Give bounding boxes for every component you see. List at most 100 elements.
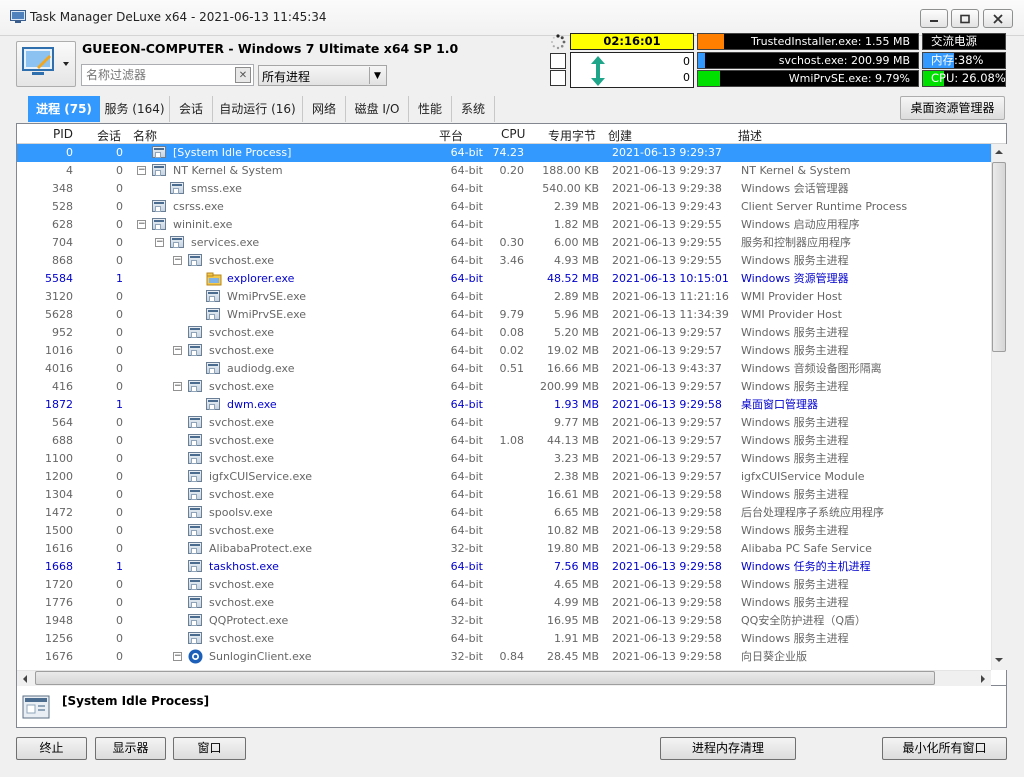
table-row[interactable]: 868 0 − svchost.exe 64-bit 3.46 4.93 MB 2021-06…: [17, 252, 991, 270]
table-row[interactable]: 416 0 − svchost.exe 64-bit 200.99 MB 2021-06-1…: [17, 378, 991, 396]
column-created[interactable]: 创建: [608, 127, 632, 144]
close-button[interactable]: [983, 9, 1013, 28]
name-filter-input[interactable]: [81, 64, 254, 86]
vertical-scroll-thumb[interactable]: [992, 162, 1006, 352]
session-cell: 0: [116, 200, 123, 213]
collapse-toggle-icon[interactable]: −: [137, 166, 146, 175]
pid-cell: 5628: [45, 308, 73, 321]
scroll-right-icon[interactable]: [979, 674, 987, 684]
table-row[interactable]: 1676 0 − SunloginClient.exe 32-bit 0.84 28.45 …: [17, 648, 991, 666]
session-cell: 0: [116, 596, 123, 609]
scroll-down-icon[interactable]: [994, 656, 1004, 664]
chevron-down-icon[interactable]: ▼: [369, 67, 385, 84]
pid-cell: 1872: [45, 398, 73, 411]
private-bytes-cell: 4.93 MB: [553, 254, 599, 267]
table-row[interactable]: 0 0 [System Idle Process] 64-bit 74.23 2021-0…: [17, 144, 991, 162]
process-icon: [152, 218, 166, 230]
column-platform[interactable]: 平台: [439, 127, 463, 144]
scroll-left-icon[interactable]: [21, 674, 29, 684]
tab-sessions[interactable]: 会话: [170, 96, 213, 122]
scroll-up-icon[interactable]: [994, 148, 1004, 156]
collapse-toggle-icon[interactable]: −: [173, 382, 182, 391]
counter-value: 0: [683, 55, 690, 68]
pid-cell: 1256: [45, 632, 73, 645]
table-row[interactable]: 564 0 svchost.exe 64-bit 9.77 MB 2021-06-13 9…: [17, 414, 991, 432]
process-name-cell: explorer.exe: [227, 272, 295, 285]
horizontal-scroll-thumb[interactable]: [35, 671, 935, 685]
process-list: PID 会话 名称 平台 CPU 专用字节 创建 描述 0 0 [System Id…: [16, 123, 1007, 686]
table-row[interactable]: 4016 0 audiodg.exe 64-bit 0.51 16.66 MB 2021-0…: [17, 360, 991, 378]
column-private-bytes[interactable]: 专用字节: [548, 127, 596, 144]
table-row[interactable]: 704 0 − services.exe 64-bit 0.30 6.00 MB 2021-0…: [17, 234, 991, 252]
tab-autorun[interactable]: 自动运行 (16): [213, 96, 303, 122]
table-row[interactable]: 1500 0 svchost.exe 64-bit 10.82 MB 2021-06-13…: [17, 522, 991, 540]
table-row[interactable]: 528 0 csrss.exe 64-bit 2.39 MB 2021-06-13 9:2…: [17, 198, 991, 216]
cpu-cell: 0.84: [499, 650, 525, 663]
monitor-button[interactable]: 显示器: [95, 737, 166, 760]
created-cell: 2021-06-13 9:29:58: [612, 524, 722, 537]
tab-network[interactable]: 网络: [303, 96, 346, 122]
table-row[interactable]: 628 0 − wininit.exe 64-bit 1.82 MB 2021-06-13 …: [17, 216, 991, 234]
collapse-toggle-icon[interactable]: −: [173, 652, 182, 661]
maximize-button[interactable]: [951, 9, 979, 28]
clean-memory-button[interactable]: 进程内存清理: [660, 737, 796, 760]
table-row[interactable]: 1872 1 dwm.exe 64-bit 1.93 MB 2021-06-13 9:29…: [17, 396, 991, 414]
tab-performance[interactable]: 性能: [409, 96, 452, 122]
minimize-all-windows-button[interactable]: 最小化所有窗口: [882, 737, 1007, 760]
table-row[interactable]: 688 0 svchost.exe 64-bit 1.08 44.13 MB 2021-06…: [17, 432, 991, 450]
platform-cell: 64-bit: [450, 272, 483, 285]
meter-label: svchost.exe: 200.99 MB: [778, 54, 910, 67]
table-row[interactable]: 1776 0 svchost.exe 64-bit 4.99 MB 2021-06-13 …: [17, 594, 991, 612]
process-icon: [188, 596, 202, 608]
description-cell: QQ安全防护进程（Q盾）: [741, 614, 866, 627]
table-row[interactable]: 1472 0 spoolsv.exe 64-bit 6.65 MB 2021-06-13 …: [17, 504, 991, 522]
pid-cell: 688: [52, 434, 73, 447]
table-row[interactable]: 952 0 svchost.exe 64-bit 0.08 5.20 MB 2021-06-…: [17, 324, 991, 342]
created-cell: 2021-06-13 9:43:37: [612, 362, 722, 375]
collapse-toggle-icon[interactable]: −: [137, 220, 146, 229]
column-pid[interactable]: PID: [53, 127, 73, 141]
session-cell: 0: [116, 236, 123, 249]
desktop-manager-button[interactable]: 桌面资源管理器: [900, 96, 1005, 120]
column-session[interactable]: 会话: [97, 127, 121, 144]
tab-processes[interactable]: 进程 (75): [28, 96, 100, 122]
table-row[interactable]: 1720 0 svchost.exe 64-bit 4.65 MB 2021-06-13 …: [17, 576, 991, 594]
tab-services[interactable]: 服务 (164): [100, 96, 170, 122]
tab-disk-io[interactable]: 磁盘 I/O: [346, 96, 409, 122]
table-row[interactable]: 348 0 smss.exe 64-bit 540.00 KB 2021-06-13 9:…: [17, 180, 991, 198]
table-row[interactable]: 1948 0 QQProtect.exe 32-bit 16.95 MB 2021-06-…: [17, 612, 991, 630]
app-icon: [10, 10, 26, 23]
column-cpu[interactable]: CPU: [501, 127, 525, 141]
table-row[interactable]: 4 0 − NT Kernel & System 64-bit 0.20 188.00 KB…: [17, 162, 991, 180]
process-filter-select[interactable]: 所有进程: [258, 65, 387, 86]
column-name[interactable]: 名称: [133, 127, 157, 144]
table-row[interactable]: 1668 1 taskhost.exe 64-bit 7.56 MB 2021-06-13…: [17, 558, 991, 576]
session-cell: 0: [116, 416, 123, 429]
table-row[interactable]: 3120 0 WmiPrvSE.exe 64-bit 2.89 MB 2021-06-13…: [17, 288, 991, 306]
table-row[interactable]: 5628 0 WmiPrvSE.exe 64-bit 9.79 5.96 MB 2021-0…: [17, 306, 991, 324]
table-row[interactable]: 1200 0 igfxCUIService.exe 64-bit 2.38 MB 2021…: [17, 468, 991, 486]
column-description[interactable]: 描述: [738, 127, 762, 144]
collapse-toggle-icon[interactable]: −: [173, 256, 182, 265]
table-row[interactable]: 5584 1 explorer.exe 64-bit 48.52 MB 2021-06-1…: [17, 270, 991, 288]
end-process-button[interactable]: 终止: [16, 737, 87, 760]
platform-cell: 64-bit: [450, 380, 483, 393]
status-label: 内存:38%: [931, 53, 984, 67]
session-cell: 0: [116, 632, 123, 645]
collapse-toggle-icon[interactable]: −: [173, 346, 182, 355]
top-process-meter: TrustedInstaller.exe: 1.55 MB: [697, 33, 919, 50]
tab-system[interactable]: 系统: [452, 96, 495, 122]
table-row[interactable]: 1616 0 AlibabaProtect.exe 32-bit 19.80 MB 202…: [17, 540, 991, 558]
collapse-toggle-icon[interactable]: −: [155, 238, 164, 247]
table-row[interactable]: 1100 0 svchost.exe 64-bit 3.23 MB 2021-06-13 …: [17, 450, 991, 468]
table-row[interactable]: 1256 0 svchost.exe 64-bit 1.91 MB 2021-06-13 …: [17, 630, 991, 648]
clear-filter-button[interactable]: ✕: [235, 67, 251, 83]
table-row[interactable]: 1016 0 − svchost.exe 64-bit 0.02 19.02 MB 2021-…: [17, 342, 991, 360]
computer-button[interactable]: [16, 41, 76, 87]
minimize-button[interactable]: [920, 9, 948, 28]
top-process-meter: svchost.exe: 200.99 MB: [697, 52, 919, 69]
description-cell: NT Kernel & System: [741, 164, 851, 177]
table-row[interactable]: 1304 0 svchost.exe 64-bit 16.61 MB 2021-06-13…: [17, 486, 991, 504]
window-button[interactable]: 窗口: [173, 737, 246, 760]
created-cell: 2021-06-13 9:29:58: [612, 596, 722, 609]
